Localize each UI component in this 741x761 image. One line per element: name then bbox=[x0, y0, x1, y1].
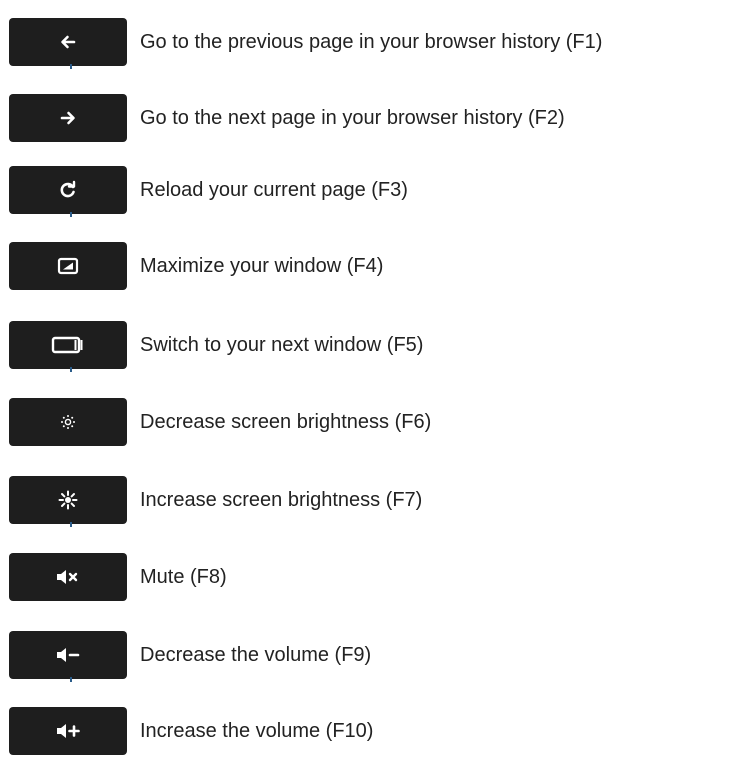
forward-key[interactable] bbox=[9, 94, 127, 142]
key-row-f7: Increase screen brightness (F7) bbox=[0, 476, 741, 527]
key-tick bbox=[70, 522, 72, 527]
mute-key[interactable] bbox=[9, 553, 127, 601]
reload-icon bbox=[60, 180, 76, 198]
forward-arrow-icon bbox=[60, 111, 75, 125]
key-description: Increase the volume (F10) bbox=[140, 719, 374, 742]
key-row-f9: Decrease the volume (F9) bbox=[0, 631, 741, 682]
key-row-f5: Switch to your next window (F5) bbox=[0, 321, 741, 372]
key-row-f1: Go to the previous page in your browser … bbox=[0, 18, 741, 69]
mute-icon bbox=[57, 570, 78, 584]
key-tick bbox=[70, 367, 72, 372]
brightness-down-icon bbox=[61, 415, 75, 429]
key-tick bbox=[70, 677, 72, 682]
key-row-f8: Mute (F8) bbox=[0, 553, 741, 601]
key-tick bbox=[70, 212, 72, 217]
key-description: Switch to your next window (F5) bbox=[140, 333, 424, 356]
key-row-f2: Go to the next page in your browser hist… bbox=[0, 94, 741, 142]
key-description: Maximize your window (F4) bbox=[140, 254, 384, 277]
back-arrow-icon bbox=[61, 35, 76, 49]
volume-down-key[interactable] bbox=[9, 631, 127, 682]
maximize-key[interactable] bbox=[9, 242, 127, 290]
key-description: Decrease screen brightness (F6) bbox=[140, 410, 432, 433]
reload-key[interactable] bbox=[9, 166, 127, 217]
key-row-f6: Decrease screen brightness (F6) bbox=[0, 398, 741, 446]
key-description: Go to the previous page in your browser … bbox=[140, 30, 603, 53]
brightness-up-key[interactable] bbox=[9, 476, 127, 527]
key-row-f3: Reload your current page (F3) bbox=[0, 166, 741, 217]
volume-down-icon bbox=[57, 648, 80, 662]
key-description: Increase screen brightness (F7) bbox=[140, 488, 423, 511]
key-tick bbox=[70, 64, 72, 69]
key-description: Reload your current page (F3) bbox=[140, 178, 408, 201]
key-row-f4: Maximize your window (F4) bbox=[0, 242, 741, 290]
brightness-up-icon bbox=[58, 490, 78, 510]
switch-window-icon bbox=[51, 336, 83, 354]
key-description: Mute (F8) bbox=[140, 565, 227, 588]
maximize-window-icon bbox=[57, 257, 79, 275]
volume-up-icon bbox=[57, 724, 80, 738]
brightness-down-key[interactable] bbox=[9, 398, 127, 446]
key-row-f10: Increase the volume (F10) bbox=[0, 707, 741, 755]
back-key[interactable] bbox=[9, 18, 127, 69]
volume-up-key[interactable] bbox=[9, 707, 127, 755]
key-description: Decrease the volume (F9) bbox=[140, 643, 372, 666]
switch-window-key[interactable] bbox=[9, 321, 127, 372]
key-description: Go to the next page in your browser hist… bbox=[140, 106, 565, 129]
